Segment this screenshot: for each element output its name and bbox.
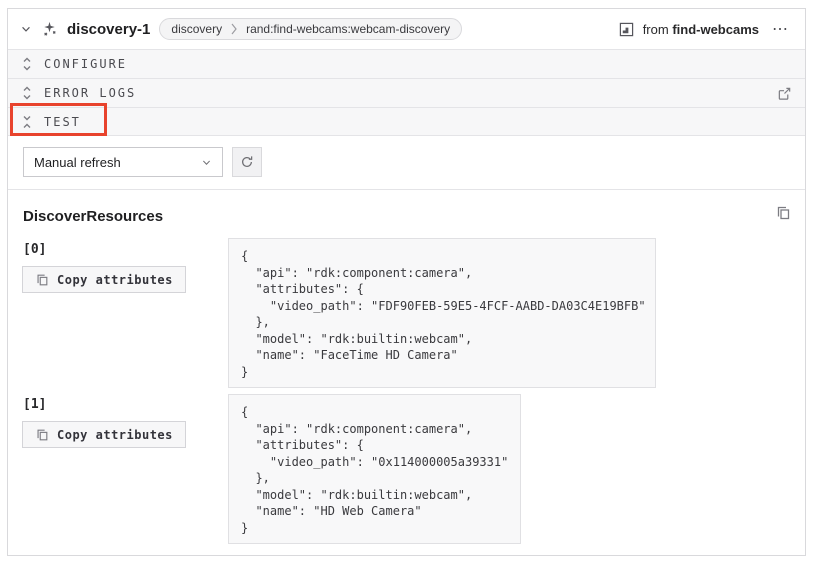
badge-model-label: rand:find-webcams:webcam-discovery xyxy=(246,22,450,36)
copy-attributes-label: Copy attributes xyxy=(57,428,173,442)
section-configure[interactable]: CONFIGURE xyxy=(8,49,805,78)
section-error-logs[interactable]: ERROR LOGS xyxy=(8,78,805,107)
section-test[interactable]: TEST xyxy=(8,107,805,136)
section-test-label: TEST xyxy=(44,115,81,129)
copy-results-icon[interactable] xyxy=(775,205,791,221)
result-index-label: [0] xyxy=(23,242,46,257)
result-json-block: { "api": "rdk:component:camera", "attrib… xyxy=(228,394,521,544)
method-title: DiscoverResources xyxy=(23,208,163,225)
result-index-label: [1] xyxy=(23,397,46,412)
copy-icon xyxy=(35,273,49,287)
open-external-icon[interactable] xyxy=(777,86,792,101)
badge-type-label: discovery xyxy=(171,22,222,36)
section-configure-label: CONFIGURE xyxy=(44,57,127,71)
chevron-down-icon[interactable] xyxy=(20,23,32,35)
unfold-less-icon xyxy=(21,115,33,129)
refresh-button[interactable] xyxy=(232,147,262,177)
unfold-more-icon xyxy=(21,86,33,100)
ellipsis-menu-icon[interactable]: ⋯ xyxy=(768,19,793,39)
chevron-right-icon xyxy=(230,23,238,35)
component-card: discovery-1 discovery rand:find-webcams:… xyxy=(7,8,806,556)
refresh-icon xyxy=(240,155,254,169)
result-json-block: { "api": "rdk:component:camera", "attrib… xyxy=(228,238,656,388)
from-module-name: find-webcams xyxy=(672,22,759,37)
component-type-badge: discovery rand:find-webcams:webcam-disco… xyxy=(159,18,462,40)
divider xyxy=(8,189,805,190)
discovery-sparkle-icon xyxy=(41,21,58,38)
from-label: from find-webcams xyxy=(643,22,759,37)
component-card-header: discovery-1 discovery rand:find-webcams:… xyxy=(8,9,805,49)
module-icon xyxy=(619,22,634,37)
section-error-logs-label: ERROR LOGS xyxy=(44,86,136,100)
refresh-mode-value: Manual refresh xyxy=(34,155,121,170)
unfold-more-icon xyxy=(21,57,33,71)
copy-attributes-button[interactable]: Copy attributes xyxy=(22,421,186,448)
copy-icon xyxy=(35,428,49,442)
chevron-down-icon xyxy=(201,157,212,168)
copy-attributes-button[interactable]: Copy attributes xyxy=(22,266,186,293)
copy-attributes-label: Copy attributes xyxy=(57,273,173,287)
refresh-mode-select[interactable]: Manual refresh xyxy=(23,147,223,177)
component-title: discovery-1 xyxy=(67,21,150,38)
